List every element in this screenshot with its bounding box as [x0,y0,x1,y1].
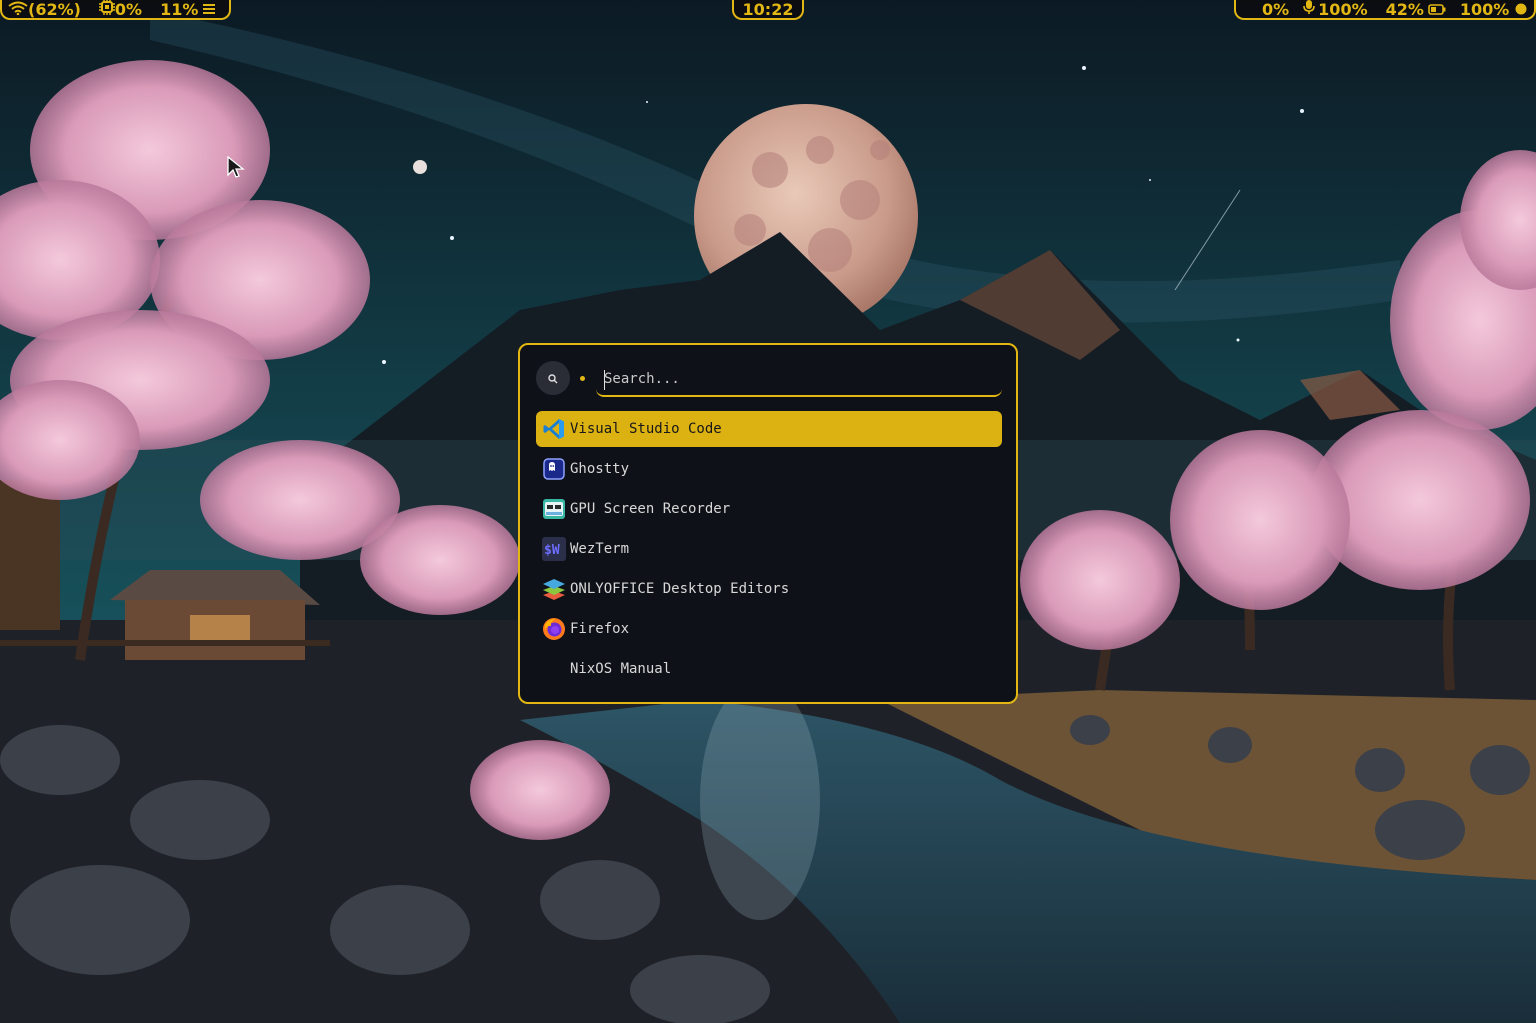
memory-status[interactable]: 11% [160,0,216,19]
app-launcher: Visual Studio Code Ghostty GPU Screen Re… [518,343,1018,704]
microphone-icon [1303,0,1315,19]
wezterm-icon: $W [542,537,566,561]
nixos-manual-icon-placeholder [542,657,566,681]
svg-text:$W: $W [544,543,560,558]
brightness-label: 100% [1459,0,1510,19]
microphone-status[interactable]: 100% [1303,0,1368,19]
cpu-label: 0% [114,0,143,19]
onlyoffice-icon [542,577,566,601]
microphone-label: 100% [1318,0,1368,19]
app-item-label: NixOS Manual [570,661,672,677]
mode-indicator [580,376,585,381]
firefox-icon [542,617,566,641]
app-item-ghostty[interactable]: Ghostty [536,451,1002,487]
app-item-label: Firefox [570,621,630,637]
battery-icon [1428,0,1446,19]
app-item-label: Visual Studio Code [570,421,722,437]
search-button[interactable] [536,361,570,395]
app-item-label: WezTerm [570,541,630,557]
mouse-cursor-icon [227,156,245,178]
status-bar-right: 0% 100% 42% 100% [1234,0,1536,20]
wifi-icon [8,0,28,19]
battery-status[interactable]: 42% [1386,0,1446,19]
app-item-wezterm[interactable]: $W WezTerm [536,531,1002,567]
search-input[interactable] [596,363,1002,397]
menu-icon [202,0,216,19]
wifi-label: (62%) [28,0,81,19]
app-item-visual-studio-code[interactable]: Visual Studio Code [536,411,1002,447]
volume-status[interactable]: 0% [1262,0,1289,19]
status-bar-left: (62%) 0% 11% [0,0,231,20]
cpu-status[interactable]: 0% [98,0,143,19]
app-item-onlyoffice[interactable]: ONLYOFFICE Desktop Editors [536,571,1002,607]
gpu-screen-recorder-icon [542,497,566,521]
ghostty-icon [542,457,566,481]
app-item-label: GPU Screen Recorder [570,501,731,517]
brightness-icon [1515,0,1527,19]
app-item-nixos-manual[interactable]: NixOS Manual [536,651,1002,687]
vscode-icon [542,417,566,441]
wifi-status[interactable]: (62%) [8,0,81,19]
app-item-label: ONLYOFFICE Desktop Editors [570,581,790,597]
battery-label: 42% [1385,0,1424,19]
app-item-firefox[interactable]: Firefox [536,611,1002,647]
brightness-status[interactable]: 100% [1460,0,1527,19]
app-item-label: Ghostty [570,461,630,477]
text-caret [604,370,605,390]
app-item-gpu-screen-recorder[interactable]: GPU Screen Recorder [536,491,1002,527]
clock[interactable]: 10:22 [732,0,804,20]
search-icon [548,369,558,388]
clock-label: 10:22 [742,0,794,19]
memory-label: 11% [160,0,199,19]
cpu-icon [98,0,115,19]
volume-label: 0% [1262,0,1290,19]
